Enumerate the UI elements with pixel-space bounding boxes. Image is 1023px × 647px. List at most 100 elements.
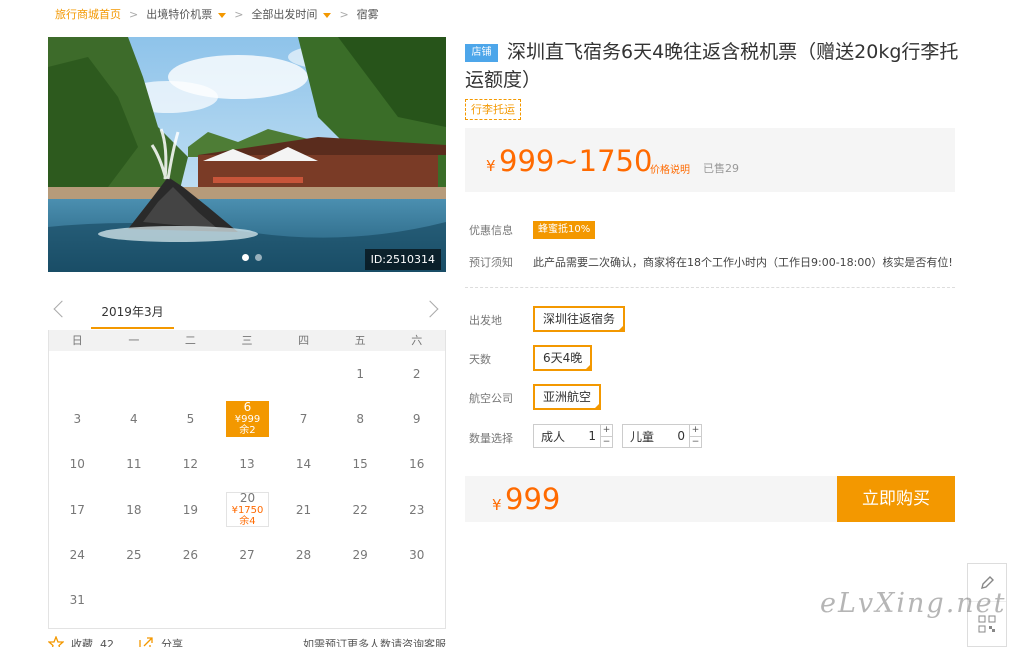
breadcrumb-home-link[interactable]: 旅行商城首页	[55, 6, 121, 22]
adult-count[interactable]: 1	[588, 429, 596, 443]
favorite-label: 收藏	[71, 638, 93, 647]
child-count[interactable]: 0	[677, 429, 685, 443]
calendar-day: 21	[295, 502, 312, 517]
calendar-day: 8	[356, 411, 364, 426]
child-minus-button[interactable]: −	[690, 435, 701, 448]
product-id-label: ID:2510314	[364, 249, 441, 270]
favorite-count: 42	[100, 637, 114, 647]
available-date[interactable]: 20 ¥1750 余4	[225, 491, 270, 528]
days-option[interactable]: 6天4晚	[533, 345, 593, 371]
caret-down-icon	[218, 13, 227, 18]
calendar-day: 2	[412, 366, 421, 381]
feature-tag: 行李托运	[465, 99, 521, 120]
share-button[interactable]: 分享	[138, 636, 183, 647]
sold-count: 已售29	[703, 162, 739, 175]
star-icon	[48, 636, 64, 647]
chevron-right-icon: >	[129, 7, 139, 21]
product-title: 深圳直飞宿务6天4晚往返含税机票（赠送20kg行李托运额度）	[465, 41, 959, 91]
quantity-label: 数量选择	[469, 432, 513, 445]
breadcrumb-category-dropdown[interactable]: 出境特价机票	[146, 6, 227, 22]
promo-badge: 蜂蜜抵10%	[533, 221, 596, 239]
calendar-day: 25	[126, 547, 142, 562]
calendar-empty-cell	[49, 351, 106, 396]
calendar-header: 2019年3月	[48, 300, 446, 330]
calendar-day: 23	[409, 502, 425, 517]
calendar-day: 3	[73, 411, 82, 426]
quantity-row: 数量选择 成人 1 + − 儿童 0 + −	[469, 424, 769, 450]
breadcrumb-time-dropdown[interactable]: 全部出发时间	[251, 6, 332, 22]
contact-service-tip[interactable]: 如需预订更多人数请咨询客服	[303, 636, 446, 647]
adult-plus-button[interactable]: +	[601, 425, 612, 436]
buy-now-button[interactable]: 立即购买	[837, 476, 955, 522]
calendar-day: 18	[126, 502, 142, 517]
section-divider	[465, 287, 955, 288]
calendar-day-price: ¥999	[234, 414, 261, 426]
calendar-day: 27	[239, 547, 255, 562]
calendar-day: 19	[182, 502, 199, 517]
weekday-header: 日一二三四五六	[49, 330, 445, 351]
calendar-day-available[interactable]: 6 ¥999 余2	[219, 396, 276, 441]
calendar-day: 4	[130, 411, 138, 426]
calendar-day: 10	[69, 457, 85, 472]
breadcrumb-category-label: 出境特价机票	[146, 8, 213, 21]
days-label: 天数	[469, 353, 491, 366]
currency-symbol: ¥	[486, 157, 496, 175]
checkout-bar: ¥ 999 立即购买	[465, 476, 955, 522]
breadcrumb: 旅行商城首页 > 出境特价机票 > 全部出发时间 > 宿雾	[55, 6, 379, 22]
child-plus-button[interactable]: +	[690, 425, 701, 436]
price-note-link[interactable]: 价格说明	[650, 161, 690, 176]
weekday-label: 日	[71, 334, 83, 347]
calendar-grid: 1 2 3 4 5 6 ¥999 余2 7 8 9 10 11 12 13 14 15 16 17 18 19 20 ¥17…	[49, 351, 445, 623]
calendar-day: 22	[352, 502, 368, 517]
notice-row: 预订须知 此产品需要二次确认，商家将在18个工作小时内（工作日9:00-18:0…	[469, 254, 953, 270]
total-price: 999	[505, 482, 561, 516]
calendar-day: 16	[409, 457, 425, 472]
calendar-day: 29	[352, 547, 368, 562]
calendar-day: 7	[299, 411, 308, 426]
weekday-label: 五	[354, 334, 366, 347]
calendar-day: 11	[126, 457, 142, 472]
carousel-dot[interactable]	[242, 254, 249, 261]
calendar-empty-cell	[219, 351, 276, 396]
adult-stepper: 成人 1 + −	[533, 424, 613, 448]
calendar-day-available[interactable]: 20 ¥1750 余4	[219, 487, 276, 532]
calendar-day-stock: 余4	[239, 516, 256, 528]
price-summary: ¥ 999~1750 价格说明 已售29	[465, 128, 955, 192]
notice-label: 预订须知	[469, 256, 513, 269]
child-label: 儿童	[630, 429, 655, 444]
calendar-day: 24	[69, 547, 85, 562]
calendar-day: 12	[182, 457, 199, 472]
next-month-arrow-icon[interactable]	[421, 300, 439, 318]
total-currency: ¥	[492, 496, 502, 514]
adult-minus-button[interactable]: −	[601, 435, 612, 448]
calendar-empty-cell	[106, 351, 163, 396]
month-tab[interactable]: 2019年3月	[91, 300, 174, 329]
weekday-label: 四	[298, 334, 310, 347]
departure-calendar: 日一二三四五六 1 2 3 4 5 6 ¥999 余2 7 8 9 10 11 12 13 14 15 16 17 1…	[48, 330, 446, 629]
product-photo-carousel[interactable]: ID:2510314	[48, 37, 446, 272]
promo-label: 优惠信息	[469, 224, 513, 237]
carousel-dot[interactable]	[255, 254, 262, 261]
departure-label: 出发地	[469, 314, 502, 327]
caret-down-icon	[323, 13, 332, 18]
child-stepper: 儿童 0 + −	[622, 424, 702, 448]
price-range: 999~1750	[499, 144, 653, 178]
calendar-empty-cell	[275, 351, 332, 396]
calendar-day: 28	[295, 547, 312, 562]
favorite-button[interactable]: 收藏 42	[48, 636, 114, 647]
calendar-empty-cell	[162, 351, 219, 396]
weekday-label: 一	[128, 334, 140, 347]
weekday-label: 三	[241, 334, 253, 347]
calendar-day: 5	[186, 411, 195, 426]
chevron-right-icon: >	[339, 7, 349, 21]
prev-month-arrow-icon[interactable]	[53, 300, 71, 318]
calendar-day: 30	[409, 547, 425, 562]
departure-option[interactable]: 深圳往返宿务	[533, 306, 626, 332]
resort-pool-image	[48, 37, 446, 272]
selected-date[interactable]: 6 ¥999 余2	[225, 401, 270, 437]
calendar-day-day: 20	[239, 491, 256, 506]
calendar-day: 31	[69, 593, 85, 608]
calendar-day: 9	[412, 411, 421, 426]
product-title-block: 店铺 深圳直飞宿务6天4晚往返含税机票（赠送20kg行李托运额度）	[465, 38, 965, 94]
airline-option[interactable]: 亚洲航空	[533, 384, 602, 410]
